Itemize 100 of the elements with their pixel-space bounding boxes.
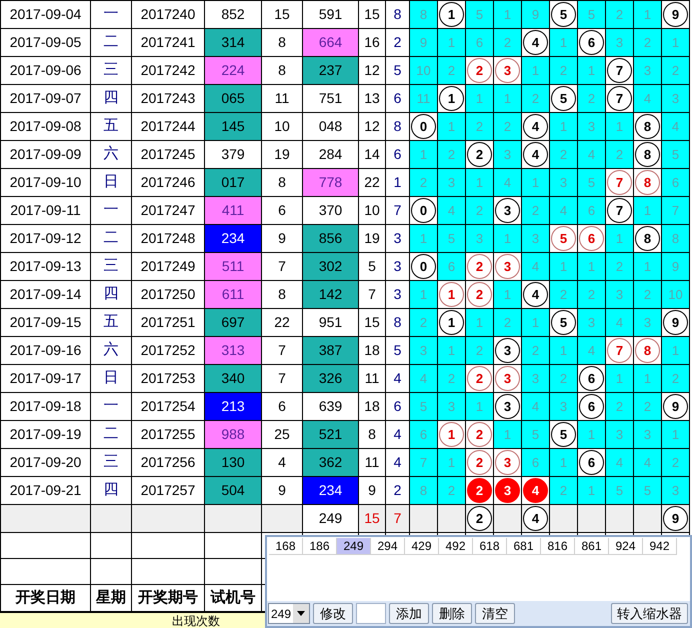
table-cell: 8 bbox=[386, 112, 410, 140]
number-item[interactable]: 168 bbox=[269, 538, 303, 555]
table-cell: 142 bbox=[302, 280, 358, 308]
count-number: 2 bbox=[504, 119, 512, 134]
count-number: 1 bbox=[672, 343, 680, 358]
table-cell: 六 bbox=[90, 336, 132, 364]
toolbar-button[interactable]: 修改 bbox=[313, 603, 353, 624]
circled-number: 2 bbox=[467, 478, 492, 503]
circled-number: 5 bbox=[551, 422, 576, 447]
count-number: 3 bbox=[672, 91, 680, 106]
number-item[interactable]: 861 bbox=[575, 538, 609, 555]
count-number: 11 bbox=[416, 91, 430, 106]
table-cell: 一 bbox=[90, 0, 132, 28]
count-number: 9 bbox=[420, 35, 428, 50]
count-number: 1 bbox=[476, 315, 484, 330]
table-cell: 2017-09-17 bbox=[0, 364, 90, 392]
count-number: 1 bbox=[448, 119, 456, 134]
circled-number: 1 bbox=[439, 2, 464, 27]
number-input[interactable] bbox=[356, 603, 386, 624]
toolbar-button[interactable]: 添加 bbox=[389, 603, 429, 624]
dropdown-caret-icon[interactable] bbox=[293, 604, 309, 623]
circled-number: 0 bbox=[411, 254, 436, 279]
toolbar-button[interactable]: 删除 bbox=[432, 603, 472, 624]
number-item[interactable]: 924 bbox=[609, 538, 643, 555]
count-number: 4 bbox=[420, 371, 428, 386]
table-cell: 2017-09-10 bbox=[0, 168, 90, 196]
table-cell: 2017-09-13 bbox=[0, 252, 90, 280]
toolbar-button[interactable]: 清空 bbox=[475, 603, 515, 624]
table-cell: 一 bbox=[90, 392, 132, 420]
count-number: 6 bbox=[476, 35, 484, 50]
number-item[interactable]: 249 bbox=[337, 538, 371, 555]
count-number: 5 bbox=[532, 427, 540, 442]
number-item[interactable]: 429 bbox=[405, 538, 439, 555]
table-cell: 639 bbox=[302, 392, 358, 420]
circled-number: 6 bbox=[579, 394, 604, 419]
count-number: 5 bbox=[616, 483, 624, 498]
count-number: 1 bbox=[504, 7, 512, 22]
number-item[interactable]: 681 bbox=[507, 538, 541, 555]
circled-number: 9 bbox=[663, 2, 688, 27]
table-cell: 852 bbox=[204, 0, 262, 28]
table-cell: 2017-09-12 bbox=[0, 224, 90, 252]
count-number: 3 bbox=[616, 427, 624, 442]
table-cell: 14 bbox=[358, 140, 386, 168]
circled-number: 5 bbox=[551, 310, 576, 335]
table-cell: 504 bbox=[204, 476, 262, 504]
circled-number: 6 bbox=[579, 226, 604, 251]
table-cell: 213 bbox=[204, 392, 262, 420]
circled-number: 7 bbox=[607, 198, 632, 223]
transfer-button[interactable]: 转入缩水器 bbox=[611, 603, 688, 624]
count-number: 2 bbox=[672, 63, 680, 78]
number-dropdown[interactable]: 249 bbox=[268, 603, 310, 624]
count-number: 5 bbox=[448, 231, 456, 246]
count-number: 2 bbox=[588, 287, 596, 302]
number-item[interactable]: 942 bbox=[643, 538, 677, 555]
count-number: 1 bbox=[476, 91, 484, 106]
count-number: 3 bbox=[420, 343, 428, 358]
count-number: 9 bbox=[532, 7, 540, 22]
circled-number: 0 bbox=[411, 114, 436, 139]
table-cell: 988 bbox=[204, 420, 262, 448]
count-number: 1 bbox=[448, 455, 456, 470]
circled-number: 1 bbox=[439, 282, 464, 307]
count-number: 6 bbox=[420, 427, 428, 442]
count-number: 2 bbox=[616, 399, 624, 414]
circled-number: 4 bbox=[523, 114, 548, 139]
circled-number: 3 bbox=[495, 198, 520, 223]
table-cell: 2017-09-05 bbox=[0, 28, 90, 56]
circled-number: 2 bbox=[467, 58, 492, 83]
number-item[interactable]: 186 bbox=[303, 538, 337, 555]
number-item[interactable]: 618 bbox=[473, 538, 507, 555]
table-cell: 8 bbox=[358, 420, 386, 448]
count-number: 4 bbox=[616, 455, 624, 470]
count-number: 2 bbox=[644, 399, 652, 414]
count-number: 3 bbox=[476, 231, 484, 246]
table-cell: 16 bbox=[358, 28, 386, 56]
number-item[interactable]: 816 bbox=[541, 538, 575, 555]
count-number: 6 bbox=[672, 175, 680, 190]
count-number: 2 bbox=[420, 315, 428, 330]
circled-number: 3 bbox=[495, 338, 520, 363]
number-item[interactable]: 294 bbox=[371, 538, 405, 555]
circled-number: 3 bbox=[495, 450, 520, 475]
count-number: 1 bbox=[532, 175, 540, 190]
table-cell: 18 bbox=[358, 336, 386, 364]
table-cell: 2017-09-07 bbox=[0, 84, 90, 112]
circled-number: 9 bbox=[663, 394, 688, 419]
count-number: 1 bbox=[448, 343, 456, 358]
table-cell: 2017-09-11 bbox=[0, 196, 90, 224]
count-number: 1 bbox=[560, 343, 568, 358]
count-number: 1 bbox=[644, 7, 652, 22]
table-cell: 370 bbox=[302, 196, 358, 224]
count-number: 2 bbox=[448, 483, 456, 498]
count-number: 1 bbox=[532, 63, 540, 78]
count-number: 2 bbox=[504, 315, 512, 330]
count-number: 5 bbox=[672, 147, 680, 162]
count-number: 5 bbox=[420, 399, 428, 414]
table-cell: 234 bbox=[204, 224, 262, 252]
count-number: 4 bbox=[532, 399, 540, 414]
table-cell: 2017-09-15 bbox=[0, 308, 90, 336]
table-cell: 048 bbox=[302, 112, 358, 140]
number-item[interactable]: 492 bbox=[439, 538, 473, 555]
table-cell: 11 bbox=[358, 364, 386, 392]
